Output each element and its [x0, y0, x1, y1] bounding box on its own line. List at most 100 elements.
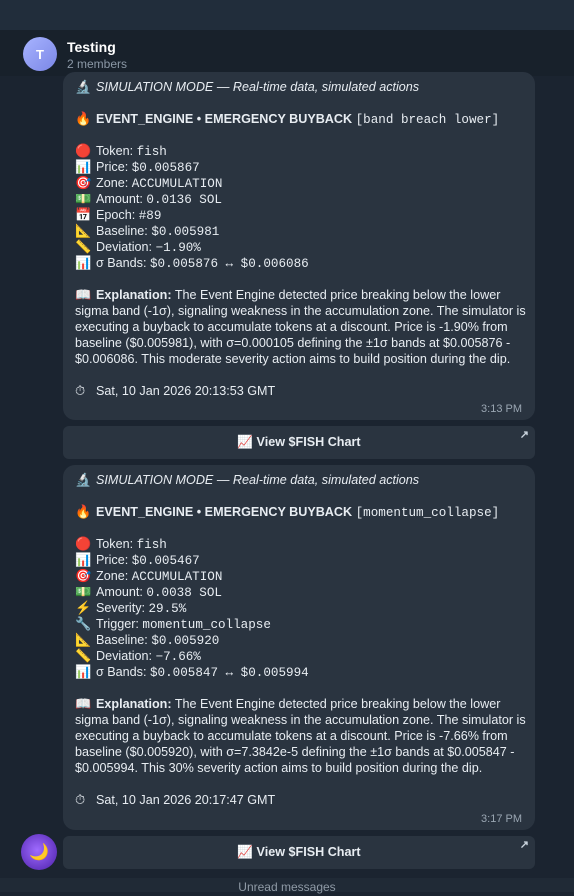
- simulation-mode-text: SIMULATION MODE — Real-time data, simula…: [96, 80, 420, 94]
- field-label: Price:: [96, 160, 132, 174]
- field-label: σ Bands:: [96, 665, 150, 679]
- chat-title: Testing: [67, 39, 116, 55]
- stopwatch-icon: ⏱: [75, 792, 86, 807]
- timestamp-line: ⏱ Sat, 10 Jan 2026 20:13:53 GMT: [75, 383, 523, 399]
- field-price: 📊 Price: $0.005867: [75, 159, 523, 175]
- book-icon: 📖: [75, 696, 92, 711]
- view-chart-label: 📈 View $FISH Chart: [237, 845, 361, 859]
- field-token: 🔴 Token: fish: [75, 143, 523, 159]
- field-label: Token:: [96, 537, 137, 551]
- field-amount: 💵 Amount: 0.0038 SOL: [75, 584, 523, 600]
- top-strip: [0, 0, 574, 30]
- bar-chart-icon: 📊: [75, 552, 92, 567]
- field-value: $0.005981: [151, 225, 220, 239]
- field-deviation: 📏 Deviation: −1.90%: [75, 239, 523, 255]
- red-circle-icon: 🔴: [75, 143, 92, 158]
- field-value: #89: [138, 209, 162, 223]
- microscope-icon: 🔬: [75, 79, 92, 94]
- explanation-label: Explanation:: [96, 697, 172, 711]
- microscope-icon: 🔬: [75, 472, 92, 487]
- field-list: 🔴 Token: fish 📊 Price: $0.005467 🎯 Zone: AC…: [75, 536, 523, 680]
- field-value: $0.005847 ↔ $0.005994: [149, 666, 309, 680]
- field-value: $0.005920: [151, 634, 220, 648]
- field-value: $0.005876 ↔ $0.006086: [149, 257, 309, 271]
- field-value: 29.5%: [148, 602, 187, 616]
- field-amount: 💵 Amount: 0.0136 SOL: [75, 191, 523, 207]
- field-value: 0.0136 SOL: [146, 193, 222, 207]
- field-severity: ⚡ Severity: 29.5%: [75, 600, 523, 616]
- triangle-ruler-icon: 📐: [75, 223, 92, 238]
- simulation-mode-text: SIMULATION MODE — Real-time data, simula…: [96, 473, 420, 487]
- field-deviation: 📏 Deviation: −7.66%: [75, 648, 523, 664]
- target-icon: 🎯: [75, 175, 92, 190]
- field-value: fish: [136, 538, 167, 552]
- simulation-mode-line: 🔬 SIMULATION MODE — Real-time data, simul…: [75, 472, 523, 488]
- event-tag: [momentum_collapse]: [355, 506, 500, 520]
- ruler-icon: 📏: [75, 239, 92, 254]
- field-value: ACCUMULATION: [131, 177, 223, 191]
- book-icon: 📖: [75, 287, 92, 302]
- field-label: Price:: [96, 553, 132, 567]
- field-label: σ Bands:: [96, 256, 150, 270]
- stopwatch-icon: ⏱: [75, 383, 86, 398]
- explanation: 📖 Explanation: The Event Engine detected …: [75, 696, 527, 776]
- view-chart-button[interactable]: 📈 View $FISH Chart ↗: [63, 426, 535, 459]
- fire-icon: 🔥: [75, 504, 92, 519]
- field-value: fish: [136, 145, 167, 159]
- event-title-line: 🔥 EVENT_ENGINE • EMERGENCY BUYBACK [momen…: [75, 504, 523, 520]
- triangle-ruler-icon: 📐: [75, 632, 92, 647]
- view-chart-label: 📈 View $FISH Chart: [237, 435, 361, 449]
- fire-icon: 🔥: [75, 111, 92, 126]
- group-avatar[interactable]: T: [23, 37, 57, 71]
- event-date: Sat, 10 Jan 2026 20:13:53 GMT: [96, 384, 276, 398]
- field-value: momentum_collapse: [142, 618, 271, 632]
- field-label: Severity:: [96, 601, 149, 615]
- red-circle-icon: 🔴: [75, 536, 92, 551]
- field-label: Trigger:: [96, 617, 143, 631]
- field-label: Baseline:: [96, 633, 152, 647]
- field-value: −7.66%: [155, 650, 201, 664]
- field-zone: 🎯 Zone: ACCUMULATION: [75, 175, 523, 191]
- chat-member-count: 2 members: [67, 57, 128, 71]
- event-title: EVENT_ENGINE • EMERGENCY BUYBACK: [96, 112, 356, 126]
- field-label: Deviation:: [96, 240, 156, 254]
- wrench-icon: 🔧: [75, 616, 92, 631]
- external-link-icon: ↗: [519, 429, 529, 441]
- field-label: Amount:: [96, 192, 147, 206]
- field-label: Baseline:: [96, 224, 152, 238]
- field-token: 🔴 Token: fish: [75, 536, 523, 552]
- field-value: $0.005867: [131, 161, 200, 175]
- field-trigger: 🔧 Trigger: momentum_collapse: [75, 616, 523, 632]
- field-list: 🔴 Token: fish 📊 Price: $0.005867 🎯 Zone: AC…: [75, 143, 523, 271]
- chat-header[interactable]: T Testing 2 members: [0, 30, 574, 76]
- bar-chart-icon: 📊: [75, 664, 92, 679]
- field-baseline: 📐 Baseline: $0.005981: [75, 223, 523, 239]
- calendar-icon: 📅: [75, 207, 92, 222]
- message-time: 3:13 PM: [481, 403, 522, 415]
- event-tag: [band breach lower]: [355, 113, 500, 127]
- view-chart-button[interactable]: 📈 View $FISH Chart ↗: [63, 836, 535, 869]
- message-bubble: 🔬 SIMULATION MODE — Real-time data, simul…: [63, 465, 535, 830]
- field-zone: 🎯 Zone: ACCUMULATION: [75, 568, 523, 584]
- message-bubble: 🔬 SIMULATION MODE — Real-time data, simul…: [63, 72, 535, 420]
- field-sigma-bands: 📊 σ Bands: $0.005847 ↔ $0.005994: [75, 664, 523, 680]
- simulation-mode-line: 🔬 SIMULATION MODE — Real-time data, simul…: [75, 79, 523, 95]
- sender-avatar[interactable]: 🌙: [21, 834, 57, 870]
- event-date: Sat, 10 Jan 2026 20:17:47 GMT: [96, 793, 276, 807]
- field-value: ACCUMULATION: [131, 570, 223, 584]
- field-label: Token:: [96, 144, 137, 158]
- target-icon: 🎯: [75, 568, 92, 583]
- field-sigma-bands: 📊 σ Bands: $0.005876 ↔ $0.006086: [75, 255, 523, 271]
- ruler-icon: 📏: [75, 648, 92, 663]
- bar-chart-icon: 📊: [75, 159, 92, 174]
- moon-icon: 🌙: [29, 844, 49, 861]
- field-label: Amount:: [96, 585, 147, 599]
- event-title-line: 🔥 EVENT_ENGINE • EMERGENCY BUYBACK [band …: [75, 111, 523, 127]
- bar-chart-icon: 📊: [75, 255, 92, 270]
- field-baseline: 📐 Baseline: $0.005920: [75, 632, 523, 648]
- field-label: Deviation:: [96, 649, 156, 663]
- money-icon: 💵: [75, 191, 92, 206]
- field-value: $0.005467: [131, 554, 200, 568]
- field-value: −1.90%: [155, 241, 201, 255]
- field-price: 📊 Price: $0.005467: [75, 552, 523, 568]
